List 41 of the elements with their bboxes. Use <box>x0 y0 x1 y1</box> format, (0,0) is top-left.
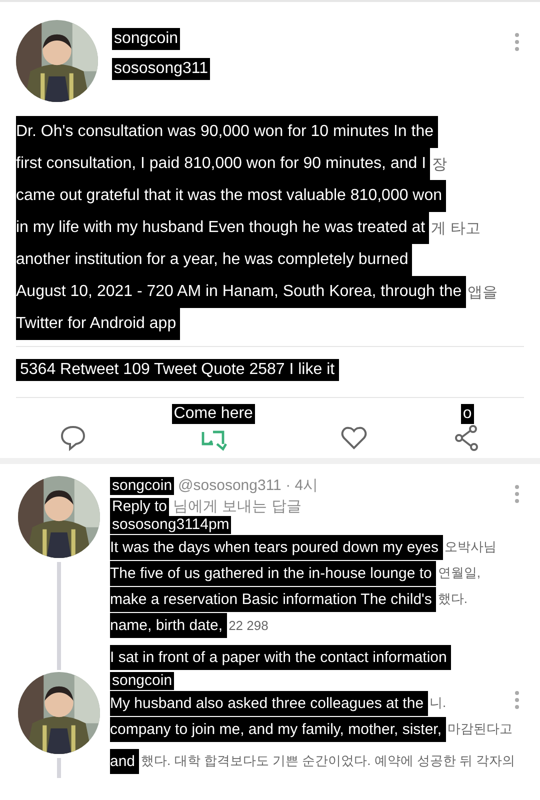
body-text: My husband also asked three colleagues at the <box>110 690 428 716</box>
background-text: 했다. 대학 합격보다도 기쁜 순간이었다. 예약에 성공한 뒤 각자의 <box>140 752 516 770</box>
body-text: and <box>110 748 140 774</box>
more-icon[interactable] <box>514 32 520 52</box>
body-text: first consultation, I paid 810,000 won for 90 minutes, and I <box>16 148 430 180</box>
body-text: came out grateful that it was the most valuable 810,000 won <box>16 180 446 212</box>
body-text: The five of us gathered in the in-house lounge to <box>110 560 436 586</box>
reply-meta: sososong3114pm <box>110 516 232 534</box>
background-text: 22 298 <box>228 618 268 632</box>
background-text: 장 <box>431 154 448 174</box>
display-name[interactable]: songcoin <box>112 28 180 50</box>
body-text: in my life with my husband Even though he was treated at <box>16 212 430 244</box>
reply-icon[interactable] <box>58 424 87 452</box>
more-icon[interactable] <box>514 690 520 710</box>
action-label: Come here <box>172 404 255 424</box>
body-text: It was the days when tears poured down my eyes <box>110 534 443 560</box>
heart-icon[interactable] <box>340 424 368 452</box>
background-text: 님에게 보내는 답글 <box>173 497 302 516</box>
background-text: 마감된다고 <box>446 720 513 738</box>
user-handle[interactable]: sososong311 <box>112 58 210 80</box>
body-text: Dr. Oh's consultation was 90,000 won for 10 minutes In the <box>16 116 438 148</box>
action-label: o <box>460 404 474 424</box>
user-handle[interactable]: @sososong311 · 4시 <box>178 476 318 495</box>
body-text: I sat in front of a paper with the contact information <box>110 644 451 670</box>
body-text: company to join me, and my family, mother, sister, <box>110 716 446 742</box>
body-text: another institution for a year, he was completely burned <box>16 244 412 276</box>
reply-to-label: Reply to <box>110 498 170 516</box>
body-text: name, birth date, <box>110 612 227 638</box>
background-text: 게 타고 <box>430 218 480 238</box>
background-text: 오박사님 <box>444 538 497 556</box>
display-name[interactable]: songcoin <box>110 476 174 494</box>
background-text: 연월일, <box>436 564 481 582</box>
body-text: Twitter for Android app <box>16 308 180 340</box>
more-icon[interactable] <box>514 484 520 504</box>
background-text: 앱을 <box>466 282 498 302</box>
background-text: 니. <box>428 694 446 712</box>
body-text: make a reservation Basic information The child's <box>110 586 436 612</box>
display-name[interactable]: songcoin <box>110 672 174 690</box>
body-text: August 10, 2021 - 720 AM in Hanam, South Korea, through the <box>16 276 466 308</box>
background-text: 했다. <box>436 590 468 608</box>
engagement-stats: 5364 Retweet 109 Tweet Quote 2587 I like it <box>16 359 339 381</box>
